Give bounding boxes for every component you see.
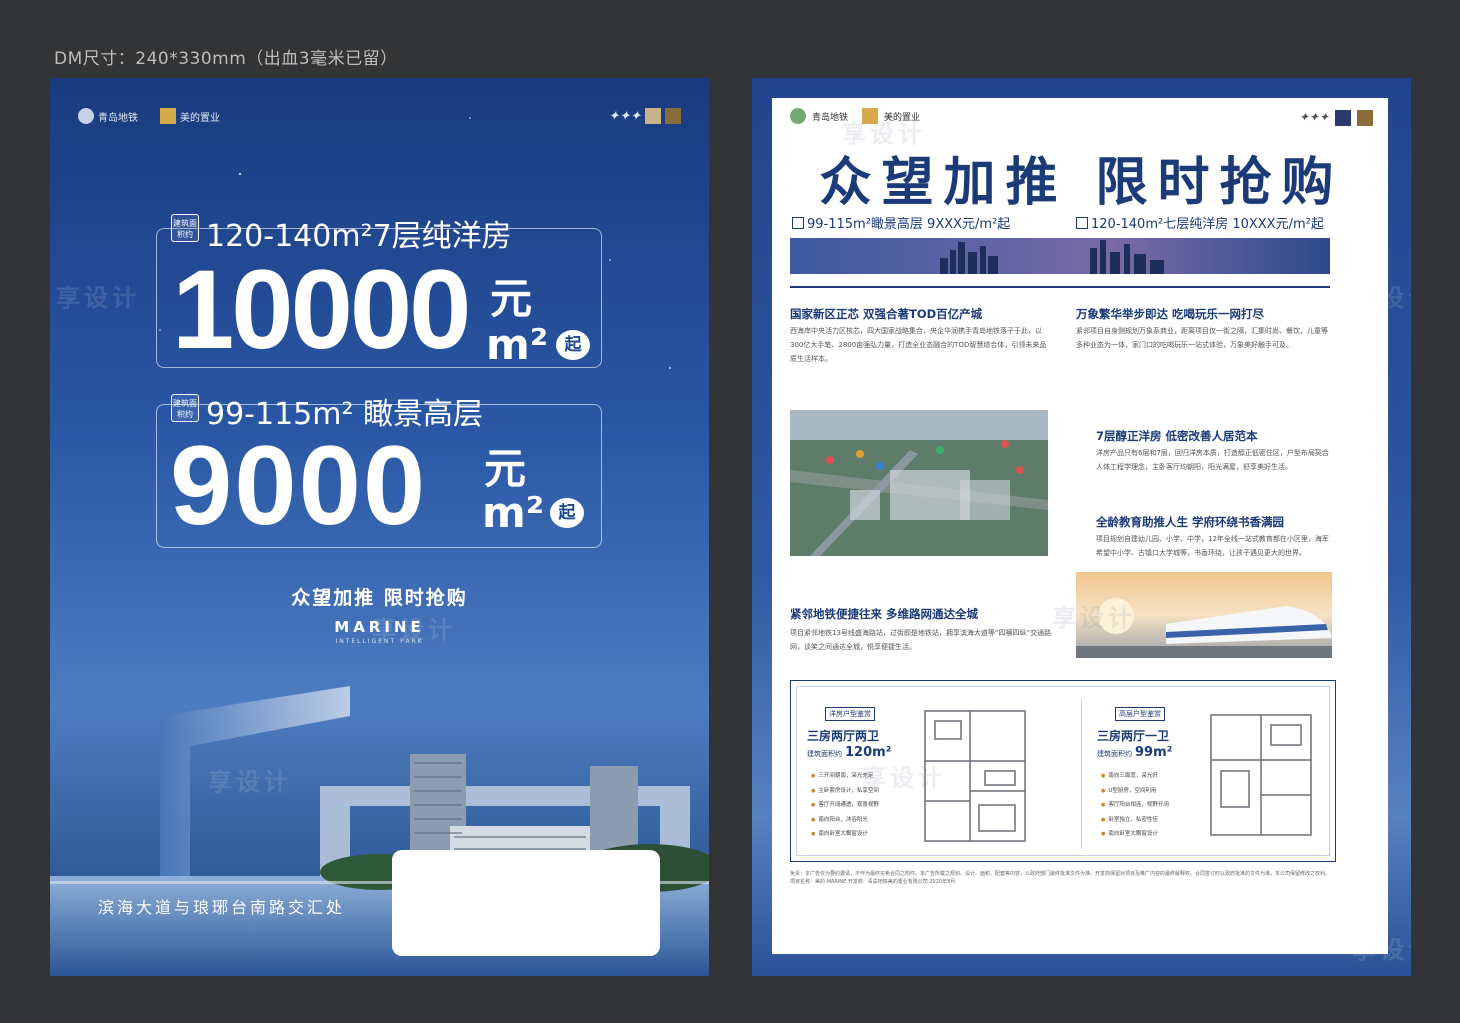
metro-logo: 青岛地铁 [78, 108, 138, 124]
price-per-1: m² [486, 320, 549, 369]
from-badge-2: 起 [550, 498, 584, 528]
watermark: 享设计 [1352, 936, 1411, 964]
area-tag-1: 建筑面积约 [171, 214, 199, 242]
address: 滨海大道与琅琊台南路交汇处 [98, 898, 346, 917]
aerial-map [790, 410, 1048, 556]
plan-tag: 洋房户型鉴赏 [825, 707, 875, 721]
area-tag-2: 建筑面积约 [171, 394, 199, 422]
plan-tag: 高层户型鉴赏 [1115, 707, 1165, 721]
section-body: 紧邻项目自身侧规划万象系商业，距离项目仅一街之隔，汇集时尚、餐饮、儿童等多种业态… [1076, 327, 1328, 349]
plan-title: 三房两厅一卫 [1097, 729, 1170, 743]
watermark: 享设计 [842, 120, 926, 148]
back-flyer: 青岛地铁 美的置业 ✦✦✦ 众望加推 限时抢购 99-115m²瞰景高层 9XX… [752, 78, 1411, 976]
slogan: 众望加推 限时抢购 [291, 587, 468, 609]
disclaimer: 免责：本广告仅为要约邀请，不作为最终买卖合同之附件。本广告所载之规划、设计、面积… [790, 871, 1331, 885]
headline: 众望加推 限时抢购 [819, 153, 1344, 213]
project-logos: ✦✦✦ [608, 108, 681, 124]
plan-area: 建筑面积约 99m² [1097, 745, 1173, 760]
plan-title: 三房两厅两卫 [807, 729, 880, 743]
watermark: 享设计 [1052, 604, 1136, 632]
logo-bar: 青岛地铁 美的置业 ✦✦✦ [78, 108, 681, 134]
price-unit-1: 元 [490, 274, 533, 323]
watermark: 享设计 [56, 284, 140, 312]
from-badge-1: 起 [556, 330, 590, 360]
section-body: 西海岸中央活力区核芯，四大国家战略集合，央企华润携手青岛地铁落子于此，以300亿… [790, 327, 1047, 363]
section-title: 国家新区正芯 双强合著TOD百亿产城 [790, 307, 983, 321]
watermark: 享设计 [862, 764, 946, 792]
front-flyer: 青岛地铁 美的置业 ✦✦✦ 建筑面积约 120-140m²7层纯洋房 10000… [50, 78, 709, 976]
watermark: 享设计 [208, 768, 292, 796]
skyline-banner [790, 238, 1330, 274]
watermark: 享设计 [1352, 284, 1411, 312]
price-info-highrise: 99-115m²瞰景高层 9XXX元/m²起 [792, 213, 1010, 232]
watermark: 享设计 [372, 616, 456, 644]
section-body: 项目紧邻地铁13号线盛海路站，过街即是地铁站，拥享滨海大道等“四横四纵”交通路网… [790, 629, 1052, 651]
section-body: 项目规划自建幼儿园、小学、中学，12年全线一站式教育都在小区里，海军希望中小学、… [1096, 535, 1329, 557]
developer-logo: 美的置业 [160, 108, 220, 124]
floorplan-drawing [1210, 714, 1312, 836]
section-title: 万象繁华举步即达 吃喝玩乐一网打尽 [1076, 307, 1265, 321]
section-title: 7层醇正洋房 低密改善人居范本 [1096, 429, 1258, 443]
price-per-2: m² [482, 488, 545, 537]
plan-features: 南向三面宽，采光好U型厨房，空间利用 客厅阳台相连，视野开阔卧室独立，私密性佳 … [1101, 769, 1169, 842]
price-2: 9000 [170, 423, 428, 548]
contact-box [392, 850, 660, 956]
section-body: 洋房产品只有6层和7层，回归洋房本质，打造醇正低密住区，户型布局契合人体工程学理… [1096, 449, 1329, 471]
section-title: 紧邻地铁便捷往来 多维路网通达全城 [790, 607, 979, 621]
price-unit-2: 元 [484, 444, 527, 493]
section-title: 全龄教育助推人生 学府环绕书香满园 [1096, 515, 1285, 529]
spec-label: DM尺寸：240*330mm（出血3毫米已留） [54, 49, 398, 69]
project-logos: ✦✦✦ [1299, 110, 1373, 126]
price-info-villa: 120-140m²七层纯洋房 10XXX元/m²起 [1076, 213, 1324, 232]
price-1: 10000 [172, 247, 471, 372]
divider [790, 286, 1330, 288]
